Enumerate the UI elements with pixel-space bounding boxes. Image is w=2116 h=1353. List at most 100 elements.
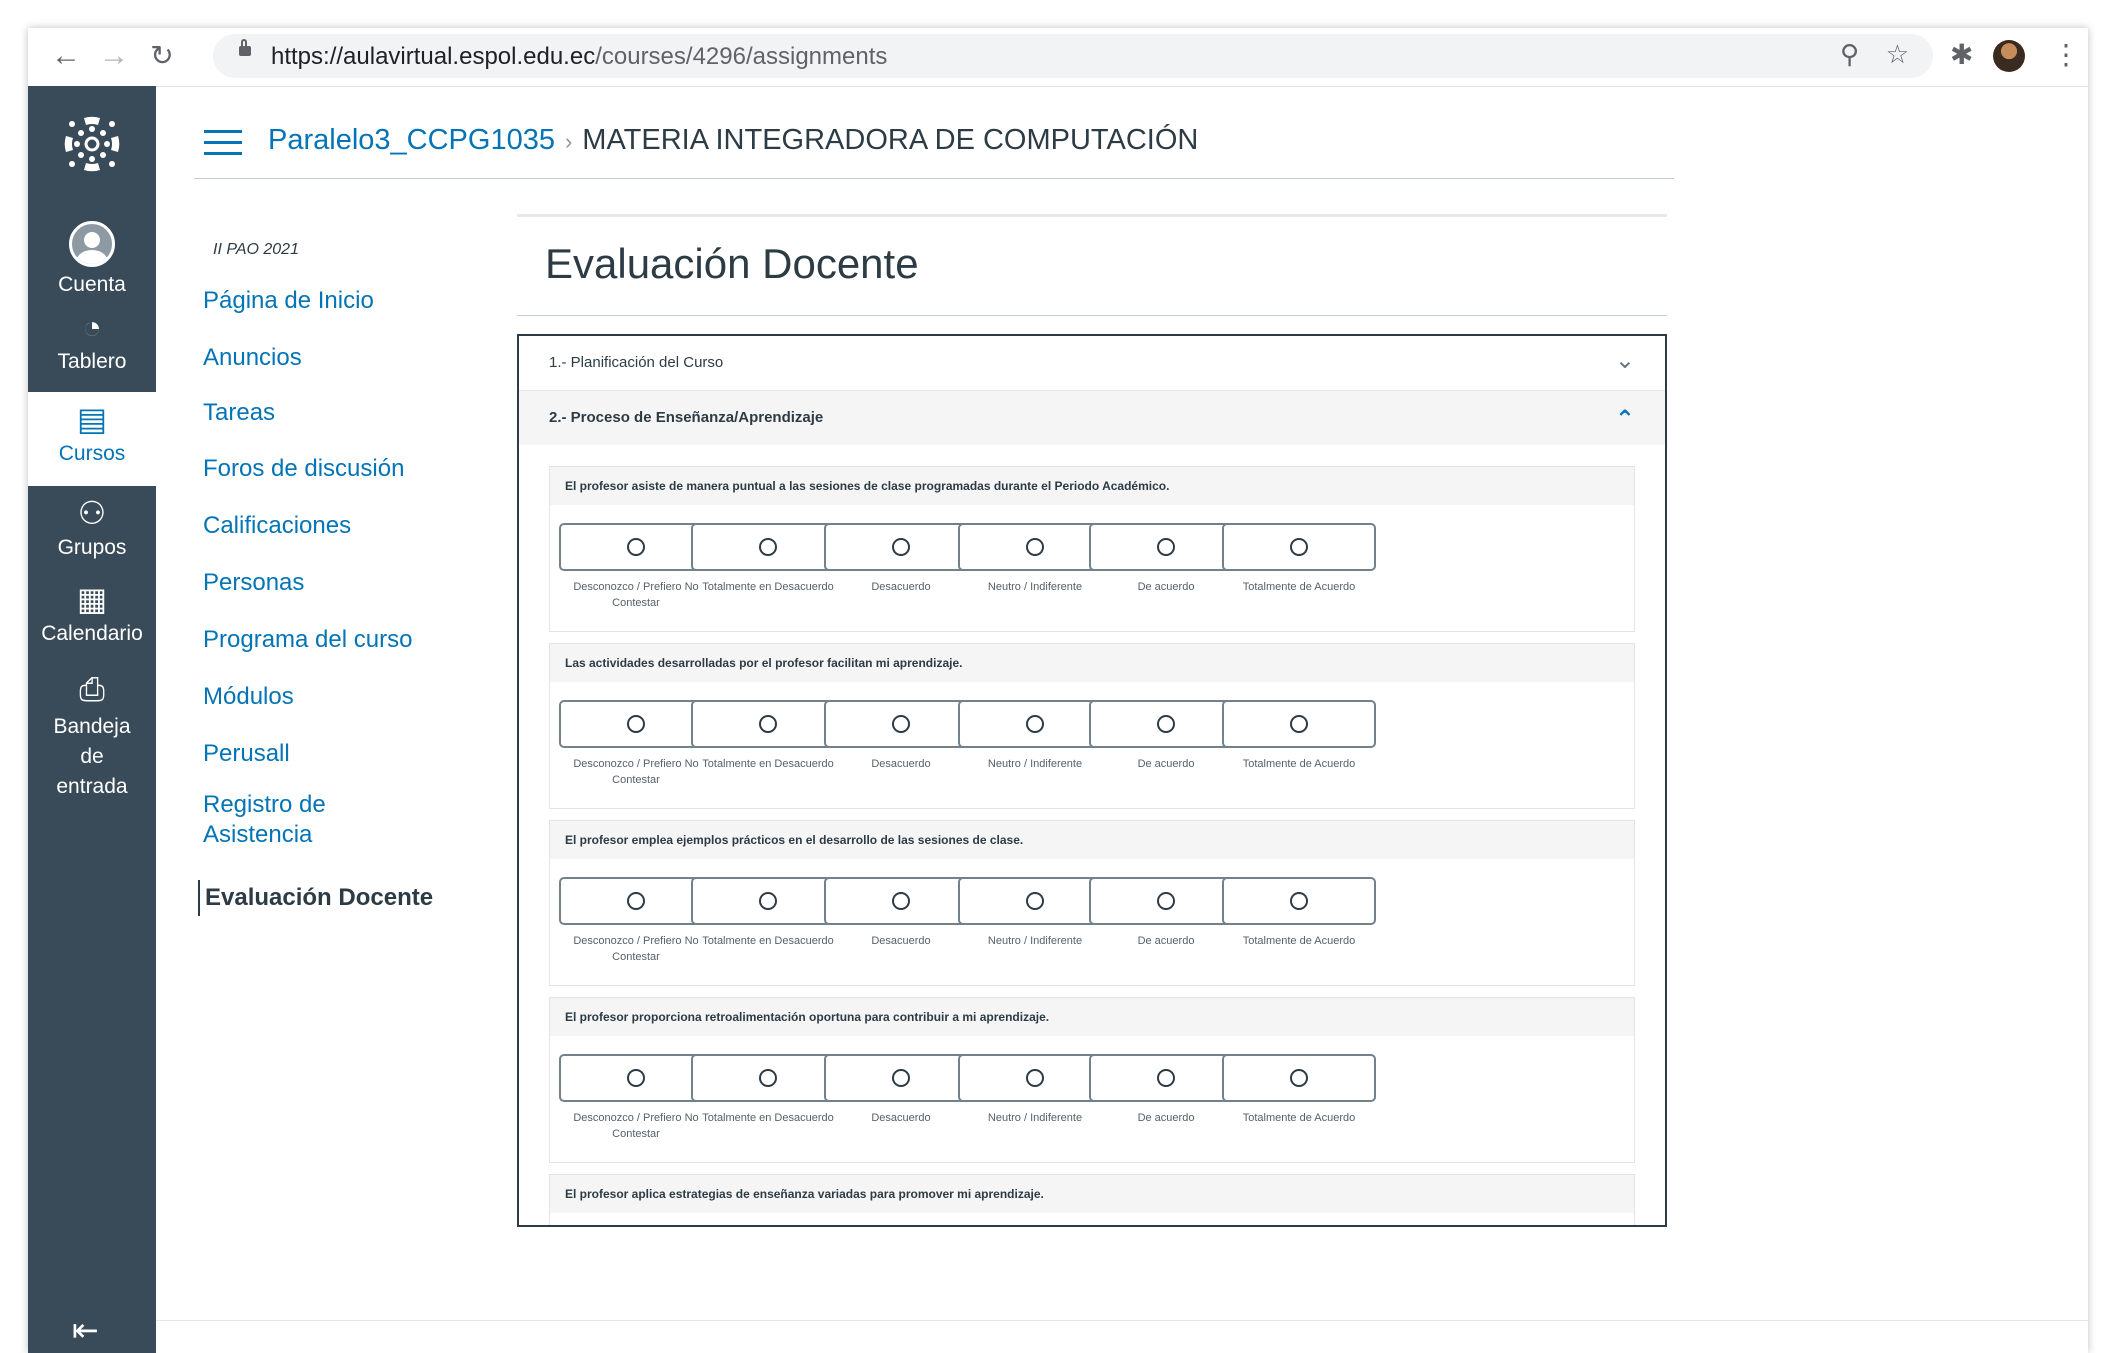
radio-circle-icon[interactable] (892, 1069, 910, 1087)
page-title: Evaluación Docente (545, 240, 919, 287)
rating-button[interactable] (691, 523, 845, 571)
radio-circle-icon[interactable] (759, 892, 777, 910)
rating-button[interactable] (691, 1054, 845, 1102)
nav-account[interactable]: Cuenta (28, 221, 156, 297)
rating-option-label: Desacuerdo (871, 1112, 931, 1124)
course-nav-home[interactable]: Página de Inicio (203, 286, 374, 316)
course-nav-discussions[interactable]: Foros de discusión (203, 454, 404, 484)
canvas-logo-icon[interactable] (60, 112, 124, 176)
radio-circle-icon[interactable] (892, 715, 910, 733)
course-nav-modules[interactable]: Módulos (203, 682, 294, 712)
course-nav-syllabus[interactable]: Programa del curso (203, 625, 412, 655)
rating-option[interactable]: Desacuerdo (823, 700, 979, 772)
course-nav-attendance[interactable]: Registro de Asistencia (203, 790, 353, 850)
breadcrumb-course-link[interactable]: Paralelo3_CCPG1035 (268, 124, 555, 156)
radio-circle-icon[interactable] (759, 1069, 777, 1087)
rating-option[interactable]: Totalmente de Acuerdo (1221, 877, 1377, 949)
radio-circle-icon[interactable] (1026, 715, 1044, 733)
address-bar[interactable]: https://aulavirtual.espol.edu.ec/courses… (213, 34, 1933, 78)
section-header-planning[interactable]: 1.- Planificación del Curso ⌄ (519, 336, 1665, 391)
rating-option-label: Desacuerdo (871, 758, 931, 770)
lock-icon (239, 39, 251, 56)
zoom-icon[interactable]: ⚲ (1840, 39, 1859, 70)
profile-avatar[interactable] (1993, 40, 2025, 72)
header-divider (194, 178, 1674, 179)
radio-circle-icon[interactable] (892, 538, 910, 556)
account-icon (69, 221, 115, 267)
question-card: El profesor proporciona retroalimentació… (549, 997, 1635, 1163)
rating-button[interactable] (1089, 523, 1243, 571)
question-text: El profesor asiste de manera puntual a l… (550, 467, 1634, 505)
nav-inbox[interactable]: ⎙ Bandeja de entrada (28, 670, 156, 802)
rating-option[interactable]: Totalmente de Acuerdo (1221, 523, 1377, 595)
course-nav-grades[interactable]: Calificaciones (203, 511, 351, 541)
rating-option[interactable]: Desacuerdo (823, 1054, 979, 1126)
radio-circle-icon[interactable] (1026, 538, 1044, 556)
extensions-icon[interactable]: ✱ (1950, 38, 1973, 71)
radio-circle-icon[interactable] (759, 538, 777, 556)
rating-option-label: Totalmente de Acuerdo (1242, 581, 1356, 593)
rating-option[interactable]: Desacuerdo (823, 523, 979, 595)
radio-circle-icon[interactable] (1290, 1069, 1308, 1087)
rating-button[interactable] (1089, 1054, 1243, 1102)
radio-circle-icon[interactable] (1290, 715, 1308, 733)
nav-courses[interactable]: ▤ Cursos (28, 392, 156, 486)
back-icon[interactable]: ← (46, 36, 86, 76)
rating-option-label: Totalmente de Acuerdo (1242, 758, 1356, 770)
rating-button[interactable] (691, 700, 845, 748)
section-header-teaching[interactable]: 2.- Proceso de Enseñanza/Aprendizaje ⌃ (519, 391, 1665, 445)
radio-circle-icon[interactable] (627, 715, 645, 733)
collapse-nav-icon[interactable]: ⇤ (72, 1311, 99, 1349)
radio-circle-icon[interactable] (1157, 892, 1175, 910)
nav-label: Cursos (58, 442, 126, 465)
radio-circle-icon[interactable] (759, 715, 777, 733)
radio-circle-icon[interactable] (892, 892, 910, 910)
browser-window: ← → ↻ https://aulavirtual.espol.edu.ec/c… (28, 28, 2088, 1353)
rating-button[interactable] (1222, 523, 1376, 571)
course-nav-assignments[interactable]: Tareas (203, 398, 275, 428)
chevron-up-icon: ⌃ (1614, 406, 1635, 433)
rating-button[interactable] (1222, 700, 1376, 748)
bookmark-star-icon[interactable]: ☆ (1886, 39, 1909, 70)
radio-circle-icon[interactable] (1157, 1069, 1175, 1087)
radio-circle-icon[interactable] (1026, 892, 1044, 910)
nav-dashboard[interactable]: ◔ Tablero (28, 308, 156, 374)
menu-dots-icon[interactable]: ⋮ (2052, 38, 2080, 71)
rating-button[interactable] (824, 700, 978, 748)
section-label: 2.- Proceso de Enseñanza/Aprendizaje (549, 409, 824, 426)
course-nav-announcements[interactable]: Anuncios (203, 343, 302, 373)
radio-circle-icon[interactable] (1157, 715, 1175, 733)
inbox-icon: ⎙ (79, 671, 105, 707)
nav-groups[interactable]: ⚇ Grupos (28, 494, 156, 560)
footer-divider (156, 1320, 2088, 1321)
question-text: Las actividades desarrolladas por el pro… (550, 644, 1634, 682)
question-card: El profesor asiste de manera puntual a l… (549, 466, 1635, 632)
radio-circle-icon[interactable] (1157, 538, 1175, 556)
rating-option[interactable]: Totalmente de Acuerdo (1221, 1054, 1377, 1126)
rating-button[interactable] (1089, 877, 1243, 925)
rating-button[interactable] (1089, 700, 1243, 748)
course-menu-toggle[interactable] (204, 130, 242, 156)
rating-button[interactable] (824, 877, 978, 925)
course-nav-perusall[interactable]: Perusall (203, 739, 290, 769)
rating-button[interactable] (824, 1054, 978, 1102)
rating-option-label: Desacuerdo (871, 581, 931, 593)
course-nav-people[interactable]: Personas (203, 568, 304, 598)
rating-option[interactable]: Totalmente de Acuerdo (1221, 700, 1377, 772)
forward-icon[interactable]: → (94, 36, 134, 76)
rating-button[interactable] (1222, 877, 1376, 925)
radio-circle-icon[interactable] (1290, 892, 1308, 910)
rating-button[interactable] (691, 877, 845, 925)
rating-button[interactable] (1222, 1054, 1376, 1102)
reload-icon[interactable]: ↻ (142, 36, 182, 76)
radio-circle-icon[interactable] (627, 1069, 645, 1087)
radio-circle-icon[interactable] (1290, 538, 1308, 556)
course-nav-teacher-evaluation[interactable]: Evaluación Docente (198, 880, 433, 916)
radio-circle-icon[interactable] (627, 538, 645, 556)
rating-button[interactable] (824, 523, 978, 571)
radio-circle-icon[interactable] (1026, 1069, 1044, 1087)
rating-option[interactable]: Desacuerdo (823, 877, 979, 949)
radio-circle-icon[interactable] (627, 892, 645, 910)
global-nav: Cuenta ◔ Tablero ▤ Cursos ⚇ Grupos ▦ Cal… (28, 86, 156, 1353)
nav-calendar[interactable]: ▦ Calendario (28, 580, 156, 646)
